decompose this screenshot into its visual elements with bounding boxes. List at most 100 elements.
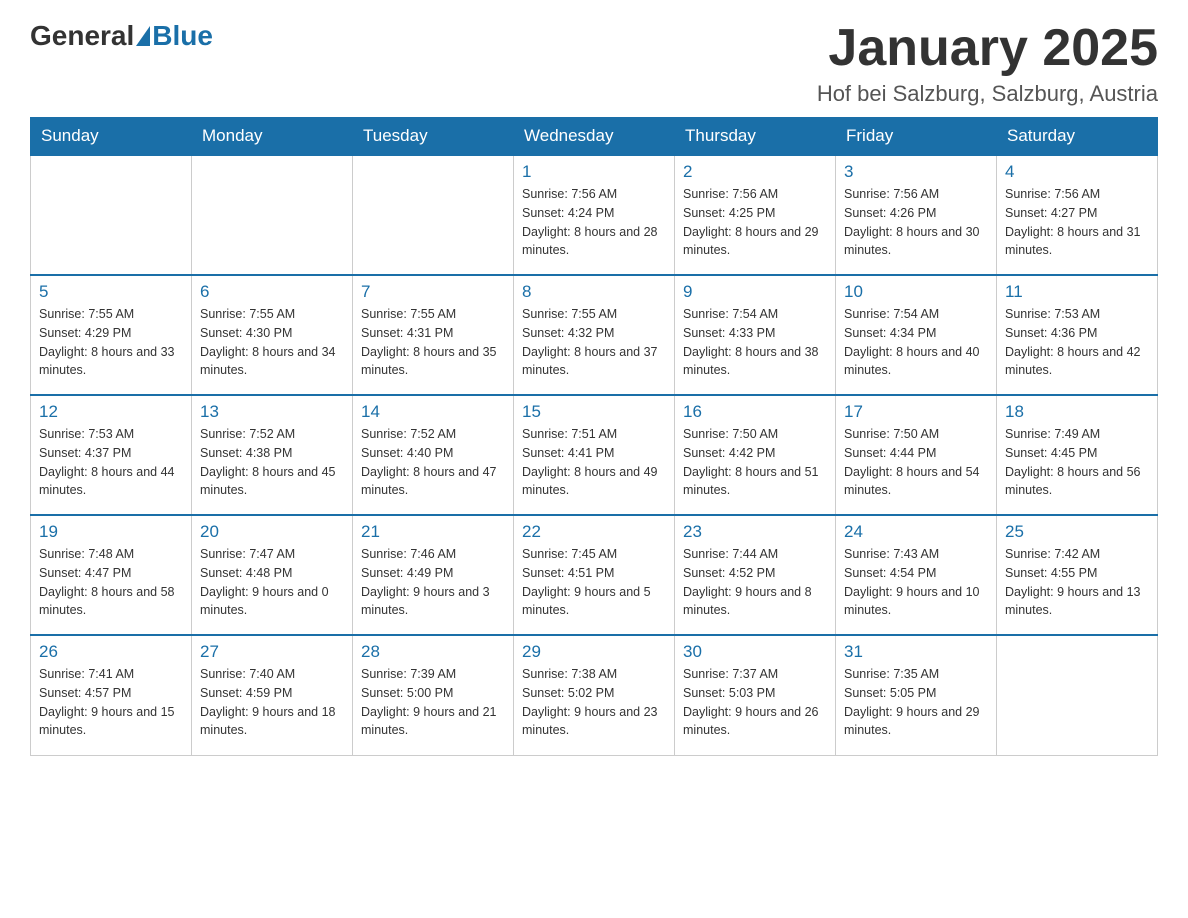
logo-general-text: General — [30, 20, 134, 52]
table-row: 22 Sunrise: 7:45 AM Sunset: 4:51 PM Dayli… — [514, 515, 675, 635]
day-number: 21 — [361, 522, 505, 542]
day-number: 6 — [200, 282, 344, 302]
calendar-week-row: 5Sunrise: 7:55 AM Sunset: 4:29 PM Daylig… — [31, 275, 1158, 395]
table-row: 7Sunrise: 7:55 AM Sunset: 4:31 PM Daylig… — [353, 275, 514, 395]
table-row: 24 Sunrise: 7:43 AM Sunset: 4:54 PM Dayli… — [836, 515, 997, 635]
day-number: 28 — [361, 642, 505, 662]
day-number: 16 — [683, 402, 827, 422]
calendar-header-row: Sunday Monday Tuesday Wednesday Thursday… — [31, 118, 1158, 156]
day-info: Sunrise: 7:50 AM Sunset: 4:44 PM Dayligh… — [844, 425, 988, 500]
table-row: 2Sunrise: 7:56 AM Sunset: 4:25 PM Daylig… — [675, 155, 836, 275]
table-row: 3Sunrise: 7:56 AM Sunset: 4:26 PM Daylig… — [836, 155, 997, 275]
day-number: 26 — [39, 642, 183, 662]
table-row: 30Sunrise: 7:37 AM Sunset: 5:03 PM Dayli… — [675, 635, 836, 755]
table-row: 15Sunrise: 7:51 AM Sunset: 4:41 PM Dayli… — [514, 395, 675, 515]
table-row: 29Sunrise: 7:38 AM Sunset: 5:02 PM Dayli… — [514, 635, 675, 755]
day-info: Sunrise: 7:47 AM Sunset: 4:48 PM Dayligh… — [200, 545, 344, 620]
day-info: Sunrise: 7:54 AM Sunset: 4:33 PM Dayligh… — [683, 305, 827, 380]
day-info: Sunrise: 7:45 AM Sunset: 4:51 PM Dayligh… — [522, 545, 666, 620]
day-number: 13 — [200, 402, 344, 422]
table-row: 13Sunrise: 7:52 AM Sunset: 4:38 PM Dayli… — [192, 395, 353, 515]
col-sunday: Sunday — [31, 118, 192, 156]
table-row: 10 Sunrise: 7:54 AM Sunset: 4:34 PM Dayli… — [836, 275, 997, 395]
table-row: 8 Sunrise: 7:55 AM Sunset: 4:32 PM Daylig… — [514, 275, 675, 395]
day-info: Sunrise: 7:43 AM Sunset: 4:54 PM Dayligh… — [844, 545, 988, 620]
day-info: Sunrise: 7:51 AM Sunset: 4:41 PM Dayligh… — [522, 425, 666, 500]
day-number: 20 — [200, 522, 344, 542]
table-row: 1 Sunrise: 7:56 AM Sunset: 4:24 PM Daylig… — [514, 155, 675, 275]
table-row: 19Sunrise: 7:48 AM Sunset: 4:47 PM Dayli… — [31, 515, 192, 635]
col-thursday: Thursday — [675, 118, 836, 156]
title-area: January 2025 Hof bei Salzburg, Salzburg,… — [817, 20, 1158, 107]
day-info: Sunrise: 7:49 AM Sunset: 4:45 PM Dayligh… — [1005, 425, 1149, 500]
header: General Blue January 2025 Hof bei Salzbu… — [30, 20, 1158, 107]
day-number: 11 — [1005, 282, 1149, 302]
day-number: 31 — [844, 642, 988, 662]
day-number: 18 — [1005, 402, 1149, 422]
col-wednesday: Wednesday — [514, 118, 675, 156]
table-row — [997, 635, 1158, 755]
table-row: 6 Sunrise: 7:55 AM Sunset: 4:30 PM Daylig… — [192, 275, 353, 395]
day-number: 10 — [844, 282, 988, 302]
month-title: January 2025 — [817, 20, 1158, 77]
day-info: Sunrise: 7:39 AM Sunset: 5:00 PM Dayligh… — [361, 665, 505, 740]
day-info: Sunrise: 7:41 AM Sunset: 4:57 PM Dayligh… — [39, 665, 183, 740]
logo: General Blue — [30, 20, 213, 52]
day-number: 8 — [522, 282, 666, 302]
table-row — [353, 155, 514, 275]
table-row: 17Sunrise: 7:50 AM Sunset: 4:44 PM Dayli… — [836, 395, 997, 515]
table-row: 5Sunrise: 7:55 AM Sunset: 4:29 PM Daylig… — [31, 275, 192, 395]
day-number: 9 — [683, 282, 827, 302]
calendar-week-row: 12Sunrise: 7:53 AM Sunset: 4:37 PM Dayli… — [31, 395, 1158, 515]
day-number: 25 — [1005, 522, 1149, 542]
table-row: 9 Sunrise: 7:54 AM Sunset: 4:33 PM Daylig… — [675, 275, 836, 395]
day-info: Sunrise: 7:56 AM Sunset: 4:24 PM Dayligh… — [522, 185, 666, 260]
table-row: 23Sunrise: 7:44 AM Sunset: 4:52 PM Dayli… — [675, 515, 836, 635]
day-number: 12 — [39, 402, 183, 422]
day-number: 5 — [39, 282, 183, 302]
table-row: 16 Sunrise: 7:50 AM Sunset: 4:42 PM Dayli… — [675, 395, 836, 515]
col-tuesday: Tuesday — [353, 118, 514, 156]
day-info: Sunrise: 7:42 AM Sunset: 4:55 PM Dayligh… — [1005, 545, 1149, 620]
table-row: 21 Sunrise: 7:46 AM Sunset: 4:49 PM Dayli… — [353, 515, 514, 635]
calendar-table: Sunday Monday Tuesday Wednesday Thursday… — [30, 117, 1158, 756]
day-info: Sunrise: 7:54 AM Sunset: 4:34 PM Dayligh… — [844, 305, 988, 380]
table-row — [192, 155, 353, 275]
table-row: 11 Sunrise: 7:53 AM Sunset: 4:36 PM Dayli… — [997, 275, 1158, 395]
day-info: Sunrise: 7:44 AM Sunset: 4:52 PM Dayligh… — [683, 545, 827, 620]
table-row: 4 Sunrise: 7:56 AM Sunset: 4:27 PM Daylig… — [997, 155, 1158, 275]
table-row: 20 Sunrise: 7:47 AM Sunset: 4:48 PM Dayli… — [192, 515, 353, 635]
table-row: 27Sunrise: 7:40 AM Sunset: 4:59 PM Dayli… — [192, 635, 353, 755]
table-row: 25 Sunrise: 7:42 AM Sunset: 4:55 PM Dayli… — [997, 515, 1158, 635]
day-number: 14 — [361, 402, 505, 422]
day-info: Sunrise: 7:55 AM Sunset: 4:31 PM Dayligh… — [361, 305, 505, 380]
day-info: Sunrise: 7:40 AM Sunset: 4:59 PM Dayligh… — [200, 665, 344, 740]
day-info: Sunrise: 7:38 AM Sunset: 5:02 PM Dayligh… — [522, 665, 666, 740]
table-row — [31, 155, 192, 275]
day-info: Sunrise: 7:55 AM Sunset: 4:32 PM Dayligh… — [522, 305, 666, 380]
table-row: 31Sunrise: 7:35 AM Sunset: 5:05 PM Dayli… — [836, 635, 997, 755]
col-saturday: Saturday — [997, 118, 1158, 156]
day-info: Sunrise: 7:53 AM Sunset: 4:36 PM Dayligh… — [1005, 305, 1149, 380]
calendar-week-row: 19Sunrise: 7:48 AM Sunset: 4:47 PM Dayli… — [31, 515, 1158, 635]
table-row: 28 Sunrise: 7:39 AM Sunset: 5:00 PM Dayli… — [353, 635, 514, 755]
day-number: 4 — [1005, 162, 1149, 182]
day-info: Sunrise: 7:56 AM Sunset: 4:27 PM Dayligh… — [1005, 185, 1149, 260]
day-number: 24 — [844, 522, 988, 542]
day-info: Sunrise: 7:46 AM Sunset: 4:49 PM Dayligh… — [361, 545, 505, 620]
day-number: 30 — [683, 642, 827, 662]
day-info: Sunrise: 7:50 AM Sunset: 4:42 PM Dayligh… — [683, 425, 827, 500]
col-friday: Friday — [836, 118, 997, 156]
location-title: Hof bei Salzburg, Salzburg, Austria — [817, 81, 1158, 107]
day-info: Sunrise: 7:55 AM Sunset: 4:30 PM Dayligh… — [200, 305, 344, 380]
table-row: 14 Sunrise: 7:52 AM Sunset: 4:40 PM Dayli… — [353, 395, 514, 515]
logo-area: General Blue — [30, 20, 213, 52]
calendar-week-row: 26 Sunrise: 7:41 AM Sunset: 4:57 PM Dayli… — [31, 635, 1158, 755]
day-number: 2 — [683, 162, 827, 182]
day-info: Sunrise: 7:52 AM Sunset: 4:40 PM Dayligh… — [361, 425, 505, 500]
day-number: 3 — [844, 162, 988, 182]
day-number: 1 — [522, 162, 666, 182]
day-number: 22 — [522, 522, 666, 542]
logo-blue-text: Blue — [152, 20, 213, 52]
logo-triangle-icon — [136, 26, 150, 46]
